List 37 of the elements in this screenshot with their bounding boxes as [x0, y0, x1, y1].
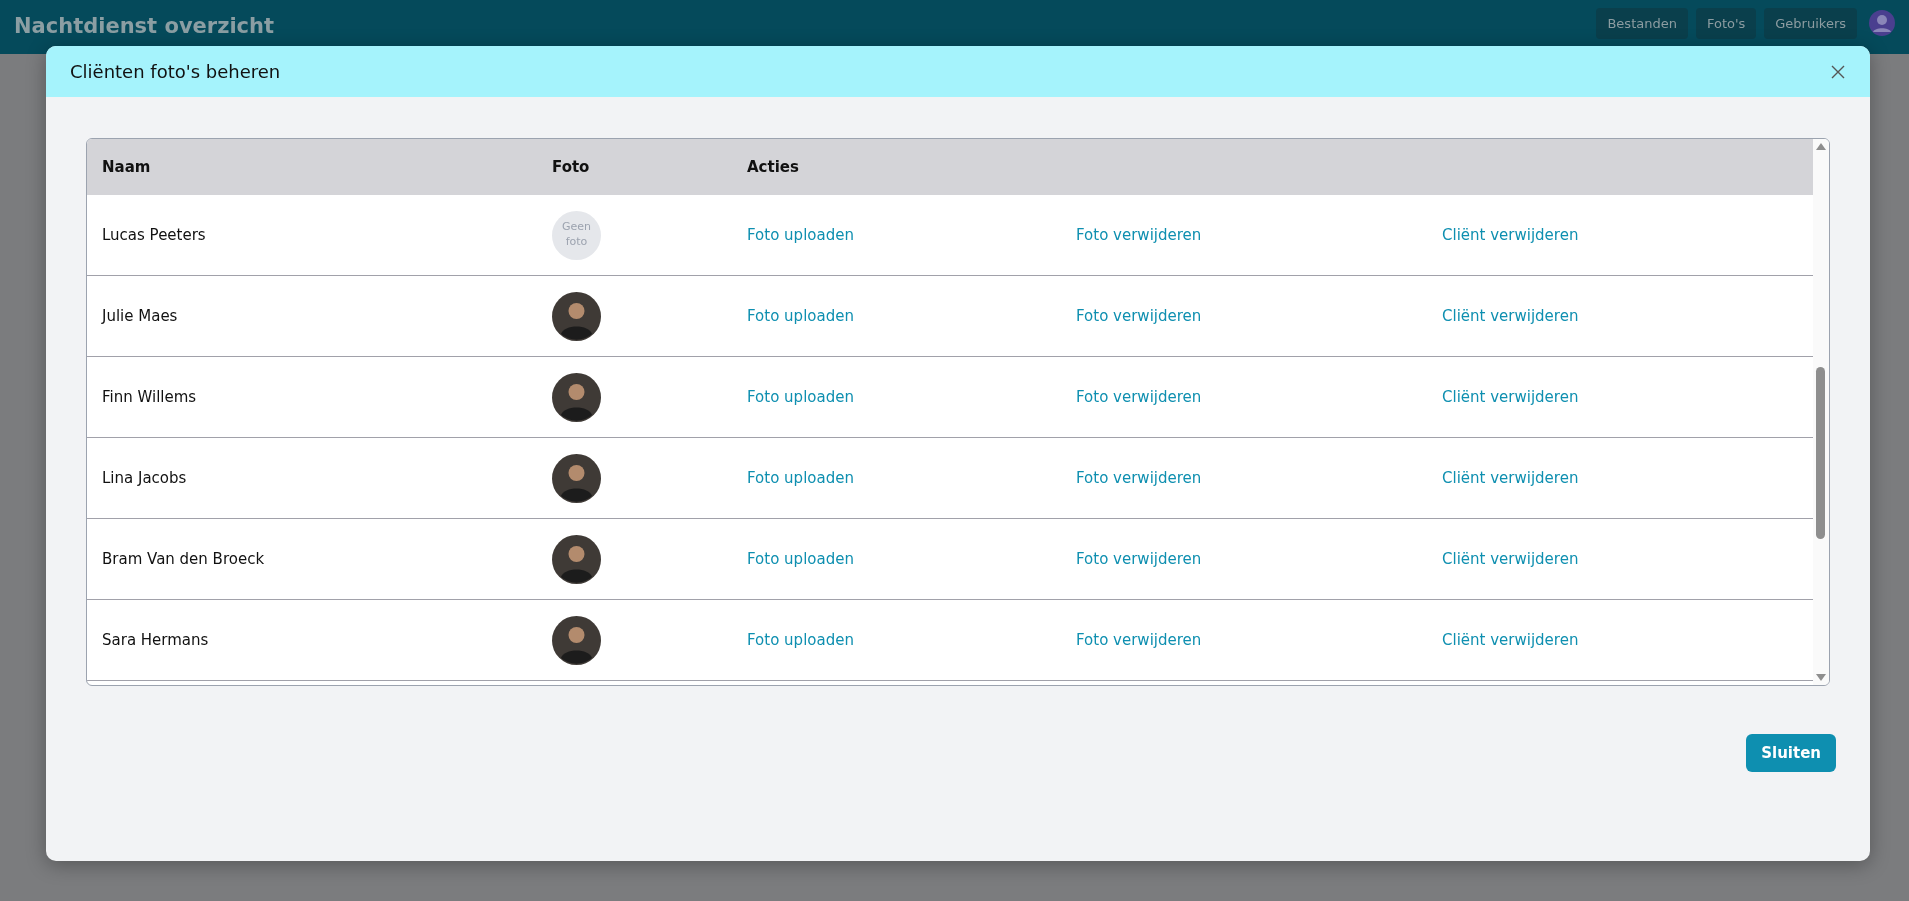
close-icon[interactable]: [1830, 63, 1846, 80]
column-header: Naam: [101, 158, 152, 176]
action-link[interactable]: Cliënt verwijderen: [1442, 226, 1579, 244]
action-link[interactable]: Foto verwijderen: [1076, 550, 1202, 568]
action-link[interactable]: Cliënt verwijderen: [1442, 550, 1579, 568]
name-cell-text: Finn Willems: [101, 388, 198, 406]
no-photo-label: Geen foto: [561, 220, 592, 250]
name-cell-text: Bram Van den Broeck: [101, 550, 266, 568]
name-cell-text: Lucas Peeters: [101, 226, 207, 244]
name-cell-text: Julie Maes: [100, 307, 179, 325]
action-link[interactable]: Cliënt verwijderen: [1442, 469, 1579, 487]
name-cell-text: Sara Hermans: [101, 631, 210, 649]
action-link[interactable]: Foto verwijderen: [1076, 226, 1202, 244]
action-link[interactable]: Cliënt verwijderen: [1442, 388, 1579, 406]
close-button[interactable]: Sluiten: [1746, 734, 1836, 772]
action-link[interactable]: Foto verwijderen: [1076, 307, 1202, 325]
nav-button[interactable]: Bestanden: [1596, 7, 1688, 39]
action-link[interactable]: Foto uploaden: [747, 631, 854, 649]
nav-button[interactable]: Gebruikers: [1764, 7, 1857, 39]
action-link[interactable]: Foto uploaden: [747, 226, 854, 244]
action-link[interactable]: Cliënt verwijderen: [1442, 307, 1579, 325]
name-cell-text: Lina Jacobs: [101, 469, 188, 487]
action-link[interactable]: Foto verwijderen: [1076, 469, 1202, 487]
action-link[interactable]: Foto uploaden: [747, 388, 854, 406]
column-header: Foto: [551, 158, 591, 176]
action-link[interactable]: Foto verwijderen: [1076, 631, 1202, 649]
action-link[interactable]: Foto uploaden: [747, 307, 854, 325]
action-link[interactable]: Foto uploaden: [747, 550, 854, 568]
app-title: Nachtdienst overzicht: [14, 14, 276, 38]
scrollbar[interactable]: [1813, 139, 1829, 685]
action-link[interactable]: Foto uploaden: [747, 469, 854, 487]
action-link[interactable]: Cliënt verwijderen: [1442, 631, 1579, 649]
nav-button[interactable]: Foto's: [1695, 7, 1757, 39]
action-link[interactable]: Foto verwijderen: [1076, 388, 1202, 406]
user-avatar-icon[interactable]: [1869, 10, 1895, 36]
dialog-title: Cliënten foto's beheren: [70, 61, 282, 82]
column-header: Acties: [746, 158, 800, 176]
